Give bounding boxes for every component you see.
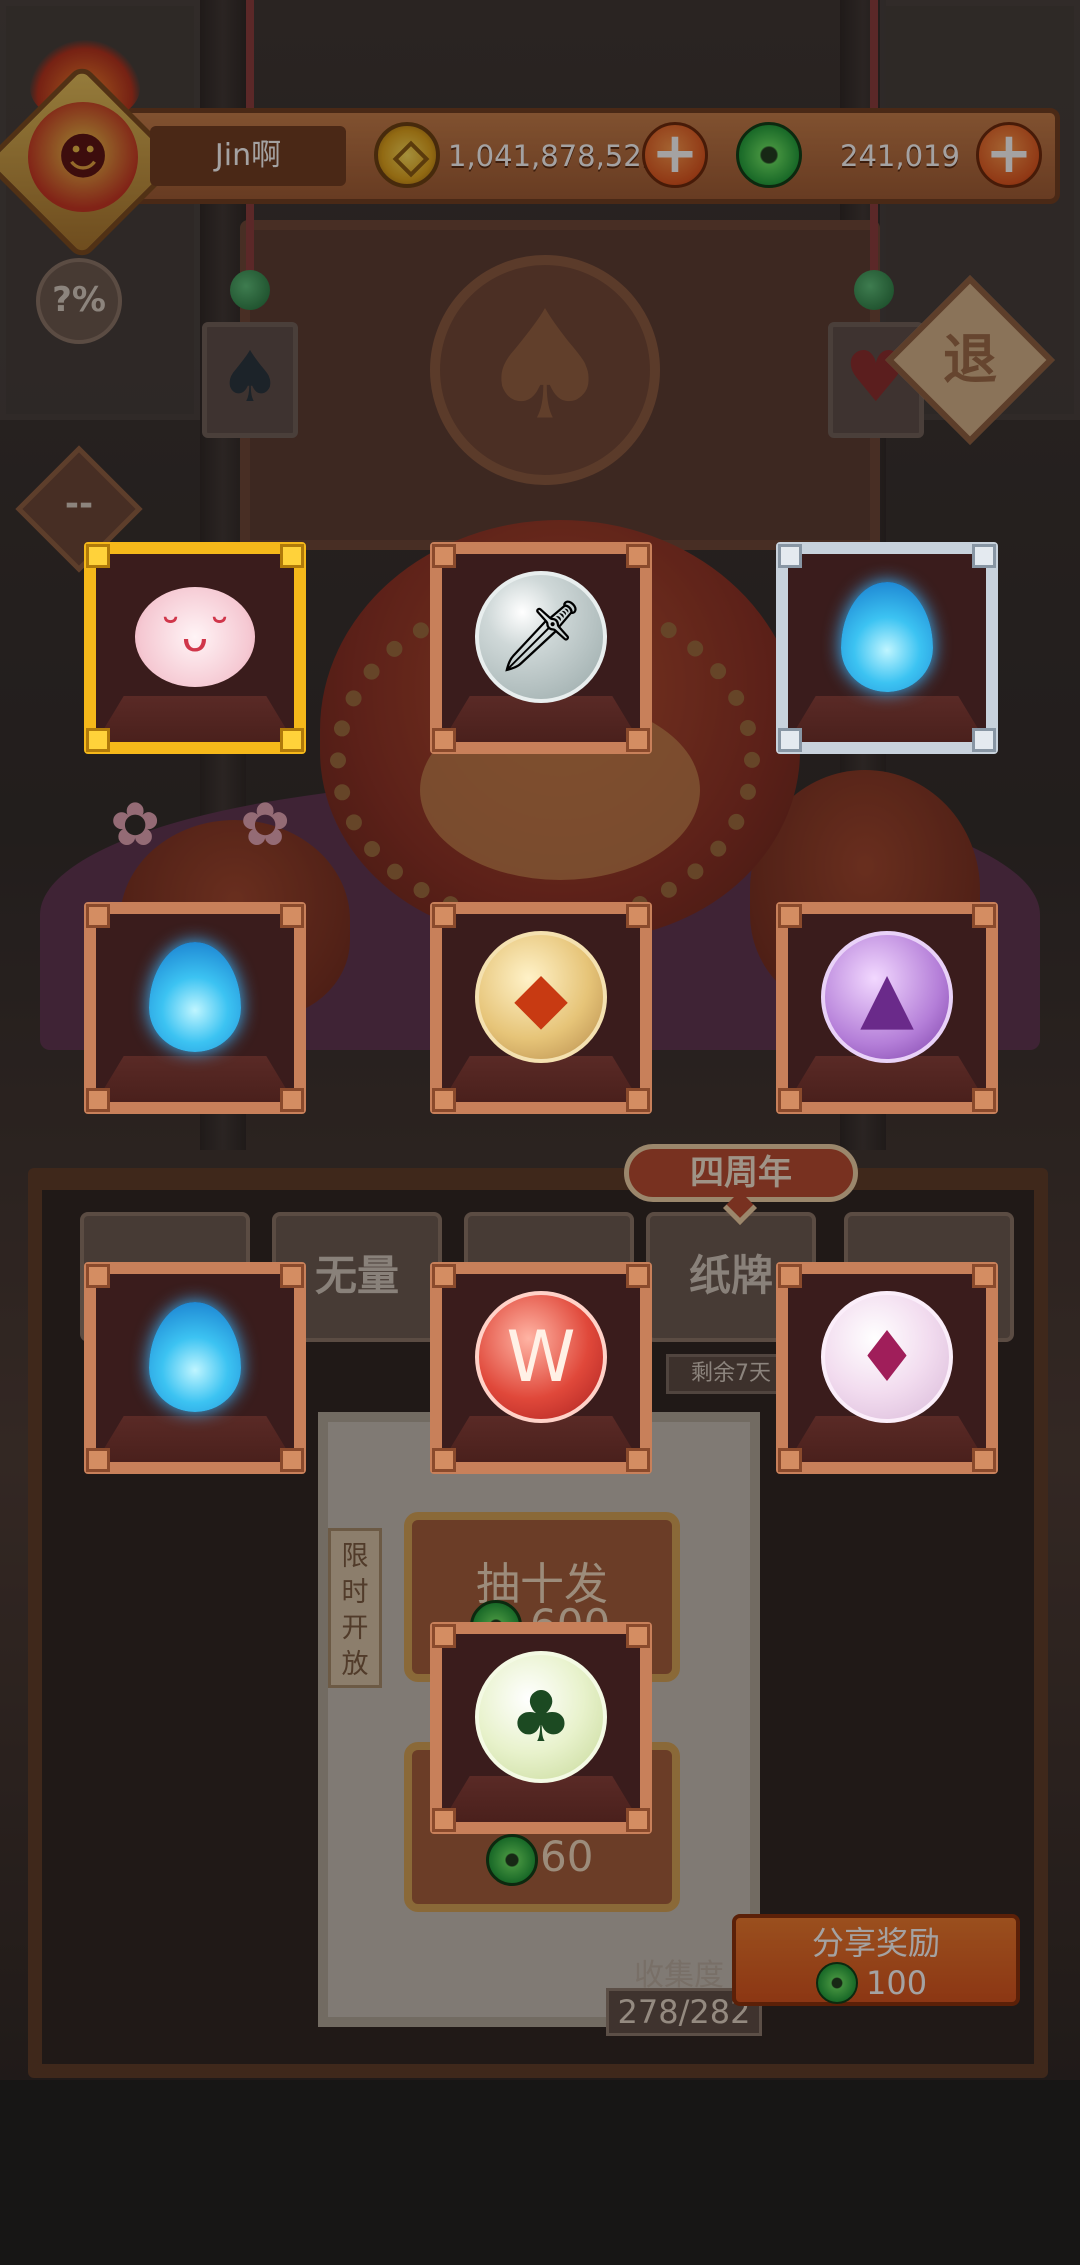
frame-corner	[778, 728, 802, 752]
exit-label: 退	[943, 328, 997, 391]
frame-corner	[972, 904, 996, 928]
frame-corner	[778, 1448, 802, 1472]
sword-orb-icon: 🗡	[475, 570, 607, 703]
share-reward-amount: 100	[866, 1964, 928, 2002]
card-shelf	[96, 1416, 294, 1462]
axolotl-pet-icon: ˘ᴗ˘	[135, 586, 255, 687]
card-shelf	[442, 696, 640, 742]
blue-flame-icon	[149, 1301, 241, 1412]
limited-time-tag: 限时开放	[328, 1528, 382, 1688]
reward-card-club-card[interactable]: ♣	[430, 1622, 652, 1834]
frame-corner	[280, 1264, 304, 1288]
player-name: Jin啊	[150, 126, 346, 186]
frame-corner	[432, 728, 456, 752]
reward-card-axolotl[interactable]: ˘ᴗ˘	[84, 542, 306, 754]
gold-coin-icon	[374, 122, 440, 188]
frame-corner	[432, 1088, 456, 1112]
tab-label: 无量	[314, 1251, 399, 1300]
red-wings-orb-icon: W	[475, 1290, 607, 1423]
jade-bead-ornament	[230, 270, 270, 310]
frame-corner	[778, 1264, 802, 1288]
frame-corner	[432, 1808, 456, 1832]
card-shelf	[442, 1776, 640, 1822]
frame-corner	[626, 1808, 650, 1832]
reward-card-purple-hat[interactable]: ▲	[776, 902, 998, 1114]
frame-corner	[280, 544, 304, 568]
diamond-card-orb-icon: ♦	[821, 1290, 953, 1423]
card-shelf	[788, 1416, 986, 1462]
spade-hanging-card: ♠	[202, 322, 298, 438]
reward-card-blue-flame[interactable]	[84, 902, 306, 1114]
odds-button[interactable]: ?%	[36, 258, 122, 344]
frame-corner	[626, 904, 650, 928]
frame-corner	[86, 1264, 110, 1288]
frame-corner	[626, 728, 650, 752]
frame-corner	[432, 904, 456, 928]
frame-corner	[972, 1448, 996, 1472]
frame-corner	[972, 1264, 996, 1288]
purple-hat-orb-icon: ▲	[821, 930, 953, 1063]
jade-currency-icon	[736, 122, 802, 188]
blue-flame-icon	[841, 581, 933, 692]
menu-button-label: --	[64, 484, 94, 524]
frame-corner	[432, 1264, 456, 1288]
frame-corner	[432, 544, 456, 568]
avatar[interactable]: ☻	[28, 102, 138, 212]
frame-corner	[972, 544, 996, 568]
reward-card-blue-flame[interactable]	[776, 542, 998, 754]
frame-corner	[972, 728, 996, 752]
add-coins-button[interactable]: +	[642, 122, 708, 188]
amber-gem-orb-icon: ◆	[475, 930, 607, 1063]
add-jade-button[interactable]: +	[976, 122, 1042, 188]
card-shelf	[96, 1056, 294, 1102]
frame-corner	[626, 1448, 650, 1472]
jade-icon	[816, 1962, 858, 2004]
card-shelf	[442, 1056, 640, 1102]
flower-decoration: ✿	[240, 790, 291, 860]
card-shelf	[442, 1416, 640, 1462]
blue-flame-icon	[149, 941, 241, 1052]
card-shelf	[96, 696, 294, 742]
frame-corner	[280, 728, 304, 752]
frame-corner	[626, 1088, 650, 1112]
reward-card-diamond-card[interactable]: ♦	[776, 1262, 998, 1474]
frame-corner	[972, 1088, 996, 1112]
jade-icon	[486, 1834, 538, 1886]
frame-corner	[626, 544, 650, 568]
jade-amount: 241,019	[840, 139, 960, 173]
frame-corner	[280, 1088, 304, 1112]
share-reward-label: 分享奖励	[811, 1924, 940, 1962]
coin-amount: 1,041,878,522	[448, 139, 661, 173]
frame-corner	[86, 904, 110, 928]
frame-corner	[86, 1448, 110, 1472]
frame-corner	[778, 1088, 802, 1112]
club-card-orb-icon: ♣	[475, 1650, 607, 1783]
frame-corner	[432, 1624, 456, 1648]
jade-bead-ornament	[854, 270, 894, 310]
card-shelf	[788, 1056, 986, 1102]
frame-corner	[280, 904, 304, 928]
frame-corner	[432, 1448, 456, 1472]
frame-corner	[86, 1088, 110, 1112]
frame-corner	[86, 728, 110, 752]
tab-label: 纸牌	[688, 1251, 773, 1300]
reward-card-sword[interactable]: 🗡	[430, 542, 652, 754]
frame-corner	[778, 904, 802, 928]
spade-emblem	[430, 255, 660, 485]
frame-corner	[280, 1448, 304, 1472]
frame-corner	[778, 544, 802, 568]
reward-card-blue-flame[interactable]	[84, 1262, 306, 1474]
flower-decoration: ✿	[110, 790, 161, 860]
frame-corner	[86, 544, 110, 568]
draw-one-price: 60	[540, 1832, 594, 1881]
frame-corner	[626, 1264, 650, 1288]
frame-corner	[626, 1624, 650, 1648]
card-shelf	[788, 696, 986, 742]
reward-card-amber-gem[interactable]: ◆	[430, 902, 652, 1114]
reward-card-red-wings[interactable]: W	[430, 1262, 652, 1474]
